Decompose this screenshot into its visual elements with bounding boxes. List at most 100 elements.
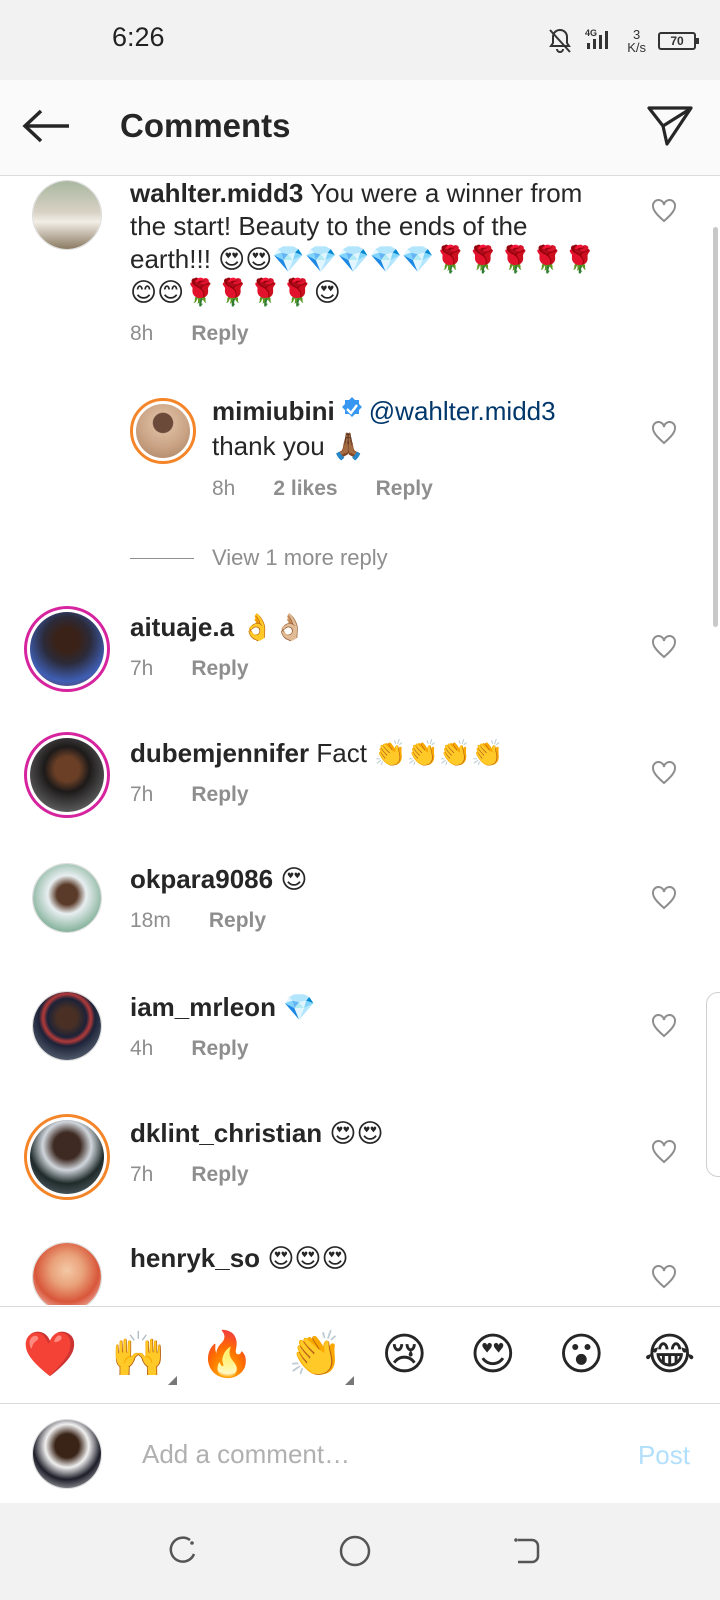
back-nav-icon <box>508 1534 542 1573</box>
scrollbar[interactable] <box>713 227 718 627</box>
comment-text: Fact 👏👏👏👏 <box>316 738 504 768</box>
avatar[interactable] <box>32 1242 102 1305</box>
header: Comments <box>0 80 720 176</box>
avatar[interactable] <box>32 863 102 933</box>
comment-time: 7h <box>130 1163 154 1186</box>
emoji-fire[interactable]: 🔥 <box>195 1323 259 1387</box>
home-button[interactable] <box>335 1533 375 1573</box>
comments-list[interactable]: wahlter.midd3 You were a winner from the… <box>0 177 720 1305</box>
recent-apps-button[interactable] <box>163 1533 203 1573</box>
back-button[interactable] <box>18 102 74 154</box>
heart-outline-icon <box>651 1013 677 1043</box>
like-button[interactable] <box>650 1013 678 1043</box>
status-icons: 4G 3 K/s 70 <box>547 24 699 58</box>
view-more-replies[interactable]: View 1 more reply <box>130 543 388 573</box>
page-title: Comments <box>120 107 291 144</box>
heart-outline-icon <box>651 198 677 228</box>
comment-meta: 7h Reply <box>130 657 249 681</box>
comment-input[interactable] <box>142 1432 602 1476</box>
comment-username[interactable]: aituaje.a <box>130 612 234 642</box>
emoji-crying[interactable]: 😢 <box>372 1323 436 1387</box>
avatar <box>32 1419 102 1489</box>
comment-time: 18m <box>130 909 171 932</box>
mention-link[interactable]: @wahlter.midd3 <box>369 396 556 426</box>
emoji-heart-eyes[interactable]: 😍 <box>461 1323 525 1387</box>
comment-body: wahlter.midd3 You were a winner from the… <box>130 177 610 309</box>
avatar[interactable] <box>24 1114 110 1200</box>
comment-time: 7h <box>130 783 154 806</box>
comment-time: 8h <box>130 322 154 345</box>
arrow-left-icon <box>21 108 71 149</box>
reply-button[interactable]: Reply <box>191 783 248 807</box>
reply-button[interactable]: Reply <box>376 477 433 501</box>
heart-outline-icon <box>651 420 677 450</box>
like-button[interactable] <box>650 198 678 228</box>
recent-apps-icon <box>166 1534 200 1573</box>
home-circle-icon <box>338 1534 372 1573</box>
comment-meta: 8h Reply <box>130 322 249 346</box>
view-more-label: View 1 more reply <box>212 545 388 570</box>
reply-button[interactable]: Reply <box>209 909 266 933</box>
comment-body: mimiubini @wahlter.midd3 thank you 🙏🏾 <box>212 395 612 463</box>
reply-button[interactable]: Reply <box>191 657 248 681</box>
avatar[interactable] <box>32 180 102 250</box>
emoji-quick-bar: ❤️ 🙌 🔥 👏 😢 😍 😮 😂 <box>0 1306 720 1402</box>
comment-body: dklint_christian 😍😍 <box>130 1117 384 1150</box>
heart-outline-icon <box>651 1264 677 1294</box>
comment-body: henryk_so 😍😍😍 <box>130 1242 349 1275</box>
comment-meta: 4h Reply <box>130 1037 249 1061</box>
comment-text: 😍😍😍 <box>267 1243 349 1273</box>
emoji-clapping[interactable]: 👏 <box>284 1323 354 1387</box>
post-button[interactable]: Post <box>638 1440 690 1471</box>
like-button[interactable] <box>650 634 678 662</box>
comment-username[interactable]: wahlter.midd3 <box>130 178 303 208</box>
like-button[interactable] <box>650 420 678 450</box>
comment-meta: 7h Reply <box>130 1163 249 1187</box>
heart-outline-icon <box>651 760 677 790</box>
comment-body: aituaje.a 👌👌🏼 <box>130 611 306 644</box>
comment-body: dubemjennifer Fact 👏👏👏👏 <box>130 737 504 770</box>
comment-username[interactable]: iam_mrleon <box>130 992 276 1022</box>
status-bar: 6:26 4G 3 K/s 70 <box>0 0 720 80</box>
comment-username[interactable]: dklint_christian <box>130 1118 322 1148</box>
reply-button[interactable]: Reply <box>191 1037 248 1061</box>
back-nav-button[interactable] <box>505 1533 545 1573</box>
status-time: 6:26 <box>112 22 165 52</box>
comment-username[interactable]: dubemjennifer <box>130 738 309 768</box>
like-button[interactable] <box>650 1139 678 1169</box>
reply-button[interactable]: Reply <box>191 322 248 346</box>
side-panel-handle[interactable] <box>706 992 720 1177</box>
emoji-raised-hands[interactable]: 🙌 <box>107 1323 177 1387</box>
divider <box>130 557 194 559</box>
avatar[interactable] <box>24 732 110 818</box>
comment-body: iam_mrleon 💎 <box>130 991 316 1024</box>
comment-username[interactable]: okpara9086 <box>130 864 273 894</box>
avatar[interactable] <box>32 991 102 1061</box>
emoji-laughing[interactable]: 😂 <box>638 1323 702 1387</box>
likes-count[interactable]: 2 likes <box>273 477 337 501</box>
emoji-surprised[interactable]: 😮 <box>549 1323 613 1387</box>
svg-text:4G: 4G <box>585 28 597 38</box>
like-button[interactable] <box>650 760 678 790</box>
comment-meta: 18m Reply <box>130 909 266 933</box>
comment-username[interactable]: henryk_so <box>130 1243 260 1273</box>
comment-text: 👌👌🏼 <box>241 612 307 642</box>
verified-badge-icon <box>339 396 365 430</box>
comment-body: okpara9086 😍 <box>130 863 307 896</box>
comment-composer: Post <box>0 1403 720 1503</box>
like-button[interactable] <box>650 885 678 913</box>
comment-time: 8h <box>212 477 236 500</box>
network-speed: 3 K/s <box>627 27 646 55</box>
comment-username[interactable]: mimiubini <box>212 396 335 426</box>
comment-meta: 7h Reply <box>130 783 249 807</box>
avatar[interactable] <box>130 398 196 464</box>
comment-text: 😍 <box>280 864 308 894</box>
share-button[interactable] <box>642 100 698 156</box>
avatar[interactable] <box>24 606 110 692</box>
heart-outline-icon <box>651 1139 677 1169</box>
emoji-heart[interactable]: ❤️ <box>18 1323 82 1387</box>
comment-text: thank you 🙏🏾 <box>212 431 365 462</box>
battery-icon: 70 <box>658 32 699 50</box>
like-button[interactable] <box>650 1264 678 1294</box>
reply-button[interactable]: Reply <box>191 1163 248 1187</box>
